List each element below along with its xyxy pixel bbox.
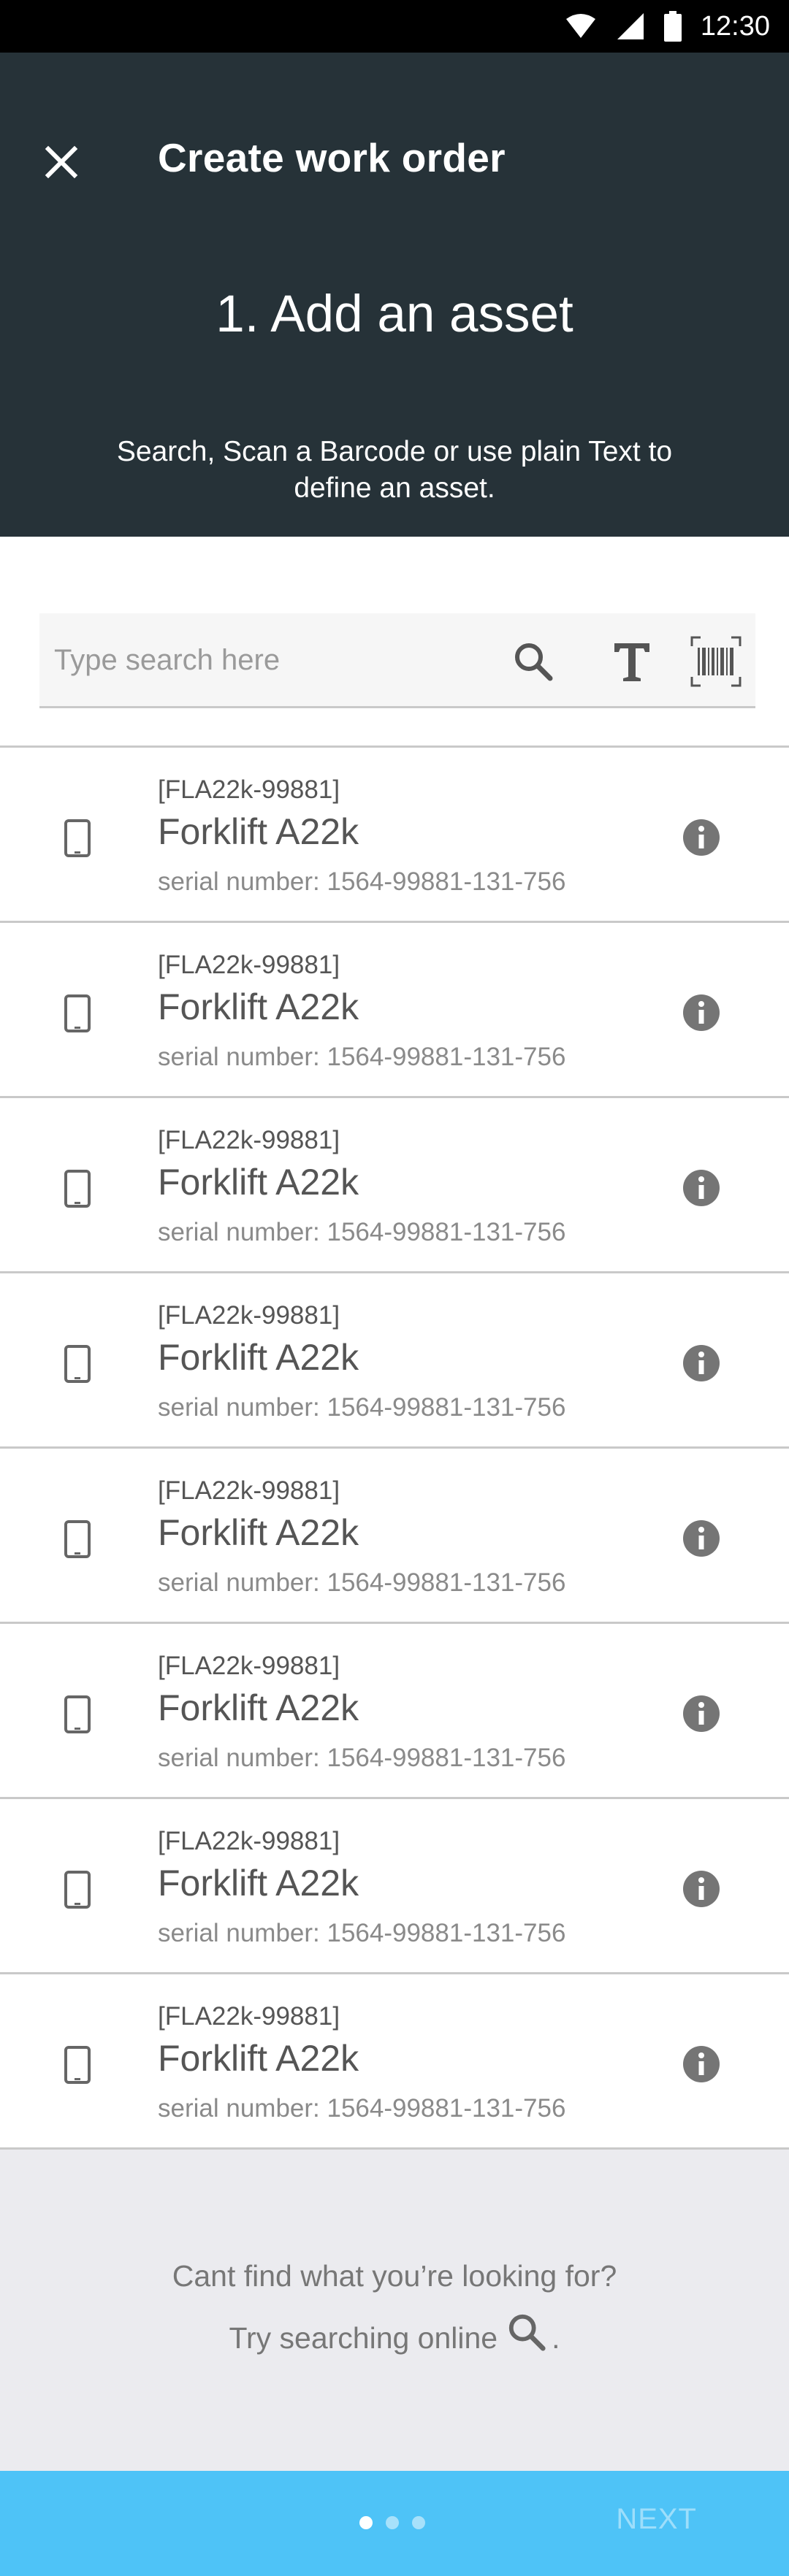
barcode-scan-button[interactable] [690,635,742,688]
device-icon [64,1170,91,1208]
help-search-online: Try searching online . [0,2312,789,2355]
help-period: . [552,2321,560,2355]
asset-list: [FLA22k-99881] Forklift A22k serial numb… [0,745,789,2150]
asset-serial: serial number: 1564-99881-131-756 [158,1218,566,1246]
search-bar [39,613,755,708]
asset-serial: serial number: 1564-99881-131-756 [158,2094,566,2123]
search-button[interactable] [507,635,560,688]
status-bar: 12:30 [0,0,789,53]
info-icon[interactable] [682,1343,721,1383]
search-section [0,537,789,745]
asset-serial: serial number: 1564-99881-131-756 [158,1393,566,1422]
list-item[interactable]: [FLA22k-99881] Forklift A22k serial numb… [0,1799,789,1974]
device-icon [64,819,91,857]
asset-name: Forklift A22k [158,811,359,852]
asset-code: [FLA22k-99881] [158,1476,340,1505]
info-icon[interactable] [682,1168,721,1208]
info-icon[interactable] [682,1519,721,1558]
asset-name: Forklift A22k [158,1162,359,1203]
info-icon[interactable] [682,1869,721,1909]
device-icon [64,1345,91,1383]
battery-icon [663,11,682,42]
close-button[interactable] [38,139,85,185]
next-button[interactable]: NEXT [616,2503,697,2536]
asset-code: [FLA22k-99881] [158,1652,340,1680]
device-icon [64,994,91,1032]
device-icon [64,1520,91,1558]
asset-serial: serial number: 1564-99881-131-756 [158,1043,566,1071]
asset-code: [FLA22k-99881] [158,1301,340,1330]
list-item[interactable]: [FLA22k-99881] Forklift A22k serial numb… [0,1974,789,2150]
list-item[interactable]: [FLA22k-99881] Forklift A22k serial numb… [0,1449,789,1624]
asset-code: [FLA22k-99881] [158,775,340,804]
asset-name: Forklift A22k [158,1337,359,1378]
asset-serial: serial number: 1564-99881-131-756 [158,1919,566,1947]
page-dot-2 [386,2516,399,2529]
asset-serial: serial number: 1564-99881-131-756 [158,1568,566,1597]
wifi-icon [565,14,595,38]
asset-code: [FLA22k-99881] [158,1827,340,1855]
search-icon [515,643,553,681]
barcode-icon [690,636,742,687]
list-item[interactable]: [FLA22k-99881] Forklift A22k serial numb… [0,1098,789,1273]
text-icon [614,643,649,681]
page-indicator [359,2516,425,2529]
page-title: Create work order [158,135,506,180]
asset-code: [FLA22k-99881] [158,1126,340,1154]
help-text: Cant find what you’re looking for? [172,2259,617,2293]
search-online-link[interactable]: Try searching online [229,2321,498,2355]
help-section: Cant find what you’re looking for? Try s… [0,2150,789,2473]
close-icon [45,145,78,179]
device-icon [64,2046,91,2084]
page-dot-3 [412,2516,425,2529]
search-input[interactable] [53,631,506,689]
asset-name: Forklift A22k [158,1687,359,1728]
page-dot-1 [359,2516,373,2529]
asset-serial: serial number: 1564-99881-131-756 [158,867,566,896]
device-icon [64,1695,91,1733]
asset-name: Forklift A22k [158,2038,359,2079]
text-input-button[interactable] [606,635,658,688]
list-item[interactable]: [FLA22k-99881] Forklift A22k serial numb… [0,1624,789,1799]
bottom-bar: NEXT [0,2471,789,2576]
instructions-text: Search, Scan a Barcode or use plain Text… [116,436,673,504]
asset-code: [FLA22k-99881] [158,2002,340,2031]
list-item[interactable]: [FLA22k-99881] Forklift A22k serial numb… [0,923,789,1098]
info-icon[interactable] [682,993,721,1032]
asset-name: Forklift A22k [158,986,359,1027]
search-icon[interactable] [506,2312,547,2353]
asset-code: [FLA22k-99881] [158,951,340,979]
list-item[interactable]: [FLA22k-99881] Forklift A22k serial numb… [0,748,789,923]
info-icon[interactable] [682,2044,721,2084]
asset-serial: serial number: 1564-99881-131-756 [158,1744,566,1772]
info-icon[interactable] [682,1694,721,1733]
info-icon[interactable] [682,818,721,857]
asset-name: Forklift A22k [158,1863,359,1904]
header: Create work order 1. Add an asset Search… [0,53,789,537]
asset-name: Forklift A22k [158,1512,359,1553]
device-icon [64,1871,91,1909]
status-time: 12:30 [700,10,770,42]
list-item[interactable]: [FLA22k-99881] Forklift A22k serial numb… [0,1273,789,1449]
signal-icon [617,13,644,39]
step-title: 1. Add an asset [216,285,573,343]
